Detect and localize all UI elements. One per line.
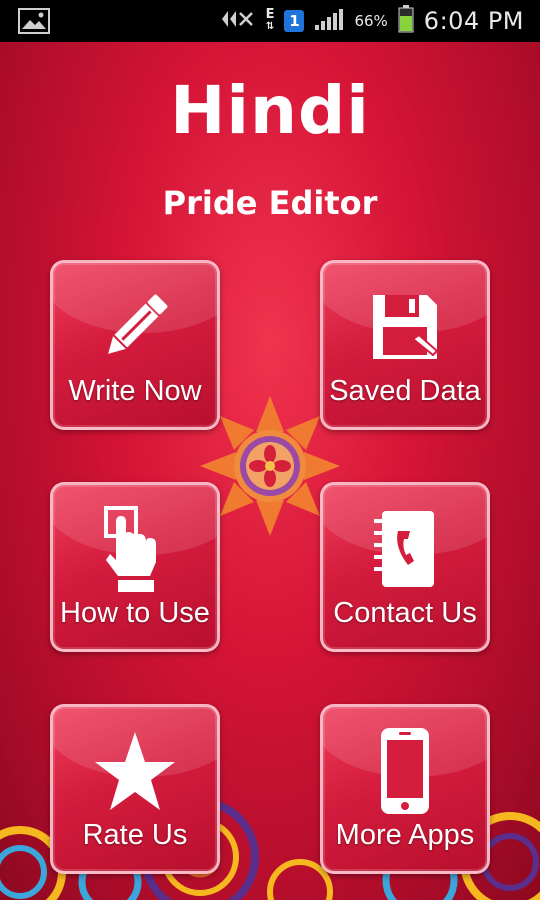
- main-screen: Hindi Pride Editor Write Now Saved Data …: [0, 42, 540, 900]
- app-title: Hindi: [170, 72, 370, 149]
- signal-strength-icon: [314, 7, 344, 35]
- write-now-button[interactable]: Write Now: [50, 260, 220, 430]
- star-icon: [53, 725, 217, 817]
- contact-us-button[interactable]: Contact Us: [320, 482, 490, 652]
- notification-badge: 1: [284, 10, 305, 32]
- gallery-notification-icon: [18, 8, 50, 38]
- touch-hand-icon: [53, 503, 217, 595]
- more-apps-button[interactable]: More Apps: [320, 704, 490, 874]
- network-type-indicator: E ⇅: [265, 7, 275, 32]
- how-to-use-label: How to Use: [60, 597, 210, 629]
- saved-data-label: Saved Data: [329, 375, 481, 407]
- battery-percent: 66%: [354, 12, 388, 30]
- floppy-disk-icon: [323, 281, 487, 373]
- more-apps-label: More Apps: [335, 819, 475, 851]
- pencil-icon: [53, 281, 217, 373]
- clock: 6:04 PM: [423, 7, 524, 35]
- rate-us-button[interactable]: Rate Us: [50, 704, 220, 874]
- rate-us-label: Rate Us: [82, 819, 188, 851]
- how-to-use-button[interactable]: How to Use: [50, 482, 220, 652]
- signal-muted-icon: [220, 7, 256, 35]
- smartphone-icon: [323, 725, 487, 817]
- contact-us-label: Contact Us: [333, 597, 477, 629]
- app-subtitle: Pride Editor: [162, 184, 378, 222]
- battery-icon: [398, 5, 414, 37]
- status-bar: E ⇅ 1 66% 6:04 PM: [0, 0, 540, 42]
- write-now-label: Write Now: [68, 375, 202, 407]
- saved-data-button[interactable]: Saved Data: [320, 260, 490, 430]
- address-book-icon: [323, 503, 487, 595]
